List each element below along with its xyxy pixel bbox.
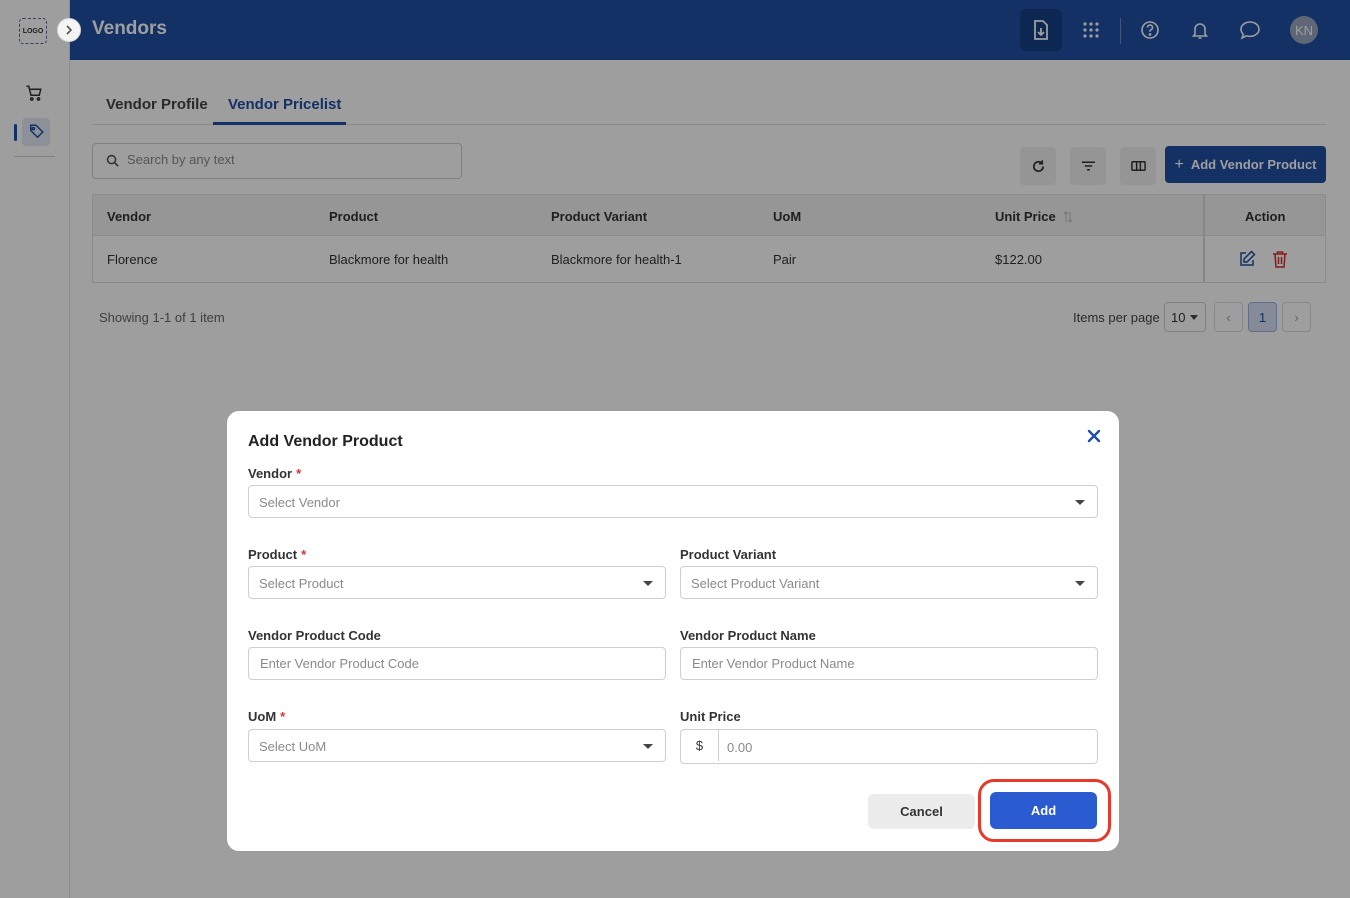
vendor-placeholder: Select Vendor [259, 495, 340, 510]
vendor-label: Vendor * [248, 466, 302, 481]
unit-price-label: Unit Price [680, 709, 741, 724]
unit-price-field: $ [680, 729, 1098, 764]
add-button-highlight [978, 779, 1111, 842]
caret-down-icon [1075, 581, 1085, 586]
product-placeholder: Select Product [259, 576, 344, 591]
vendor-product-code-input[interactable] [260, 656, 650, 671]
product-select[interactable]: Select Product [248, 566, 666, 599]
product-variant-label: Product Variant [680, 547, 777, 562]
product-variant-placeholder: Select Product Variant [691, 576, 820, 591]
vendor-product-name-field [680, 647, 1098, 680]
caret-down-icon [643, 581, 653, 586]
sidebar-expand-button[interactable] [57, 18, 81, 42]
vendor-product-code-label: Vendor Product Code [248, 628, 381, 643]
product-label: Product * [248, 547, 307, 562]
chevron-right-icon [66, 25, 73, 35]
caret-down-icon [1075, 500, 1085, 505]
currency-prefix: $ [681, 730, 719, 761]
caret-down-icon [643, 744, 653, 749]
dialog-title: Add Vendor Product [248, 433, 403, 450]
unit-price-input[interactable] [727, 740, 1087, 755]
uom-label: UoM * [248, 709, 286, 724]
uom-placeholder: Select UoM [259, 739, 327, 754]
uom-select[interactable]: Select UoM [248, 729, 666, 762]
add-vendor-product-dialog: Add Vendor Product Vendor * Select Vendor… [227, 411, 1119, 851]
vendor-product-name-label: Vendor Product Name [680, 628, 816, 643]
product-variant-select[interactable]: Select Product Variant [680, 566, 1098, 599]
vendor-select[interactable]: Select Vendor [248, 485, 1098, 518]
vendor-product-code-field [248, 647, 666, 680]
cancel-button[interactable]: Cancel [868, 794, 975, 829]
close-icon[interactable] [1085, 427, 1103, 445]
vendor-product-name-input[interactable] [692, 656, 1082, 671]
